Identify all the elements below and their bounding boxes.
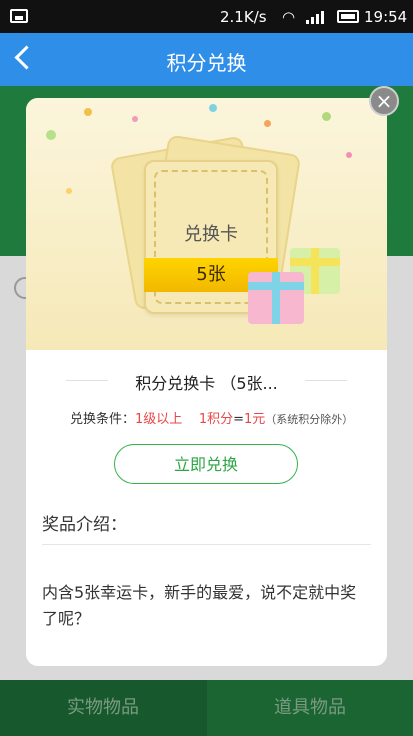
battery-icon	[337, 10, 359, 23]
confetti-dot	[84, 108, 92, 116]
exchange-dialog: 兑换卡 5张 积分兑换卡 （5张... 兑换条件：1级以上 1积分=1元（系统积…	[26, 98, 387, 666]
confetti-dot	[322, 112, 331, 121]
rate-left: 1积分	[198, 412, 234, 427]
gift-box-icon	[248, 272, 304, 324]
wifi-icon: ◠	[282, 8, 296, 26]
product-title: 积分兑换卡 （5张...	[135, 374, 278, 393]
page-title: 积分兑换	[166, 51, 247, 75]
intro-divider	[42, 544, 371, 545]
close-icon[interactable]: ×	[369, 86, 399, 116]
header-bar: 积分兑换	[0, 33, 413, 86]
exchange-condition: 兑换条件：1级以上 1积分=1元（系统积分除外）	[70, 408, 353, 427]
rate-right: 1元	[244, 412, 266, 427]
condition-label: 兑换条件：	[70, 412, 136, 427]
clock: 19:54	[364, 8, 408, 26]
card-label: 兑换卡	[184, 224, 238, 245]
confetti-dot	[346, 152, 352, 158]
confetti-dot	[264, 120, 271, 127]
condition-value: 1级以上	[135, 412, 183, 427]
network-speed: 2.1K/s	[220, 8, 267, 26]
bottom-tab-bar: 实物物品 道具物品	[0, 680, 413, 736]
tab-physical-items[interactable]: 实物物品	[0, 680, 206, 736]
dialog-banner: 兑换卡 5张	[26, 98, 387, 350]
title-divider-right	[305, 380, 347, 381]
product-title-row: 积分兑换卡 （5张...	[26, 366, 387, 396]
confetti-dot	[209, 104, 217, 112]
rate-note: （系统积分除外）	[265, 413, 354, 426]
exchange-now-button[interactable]: 立即兑换	[114, 444, 298, 484]
prize-intro-text: 内含5张幸运卡，新手的最爱，说不定就中奖了呢？	[42, 583, 357, 628]
confetti-dot	[46, 130, 56, 140]
prize-intro-title: 奖品介绍：	[42, 515, 127, 535]
screenshot-icon	[10, 9, 28, 23]
confetti-dot	[66, 188, 72, 194]
rate-equals: =	[233, 412, 245, 427]
confetti-dot	[132, 116, 138, 122]
signal-icon	[306, 10, 326, 24]
status-bar: 2.1K/s ◠ 19:54	[0, 0, 413, 33]
tab-prop-items[interactable]: 道具物品	[207, 680, 413, 736]
